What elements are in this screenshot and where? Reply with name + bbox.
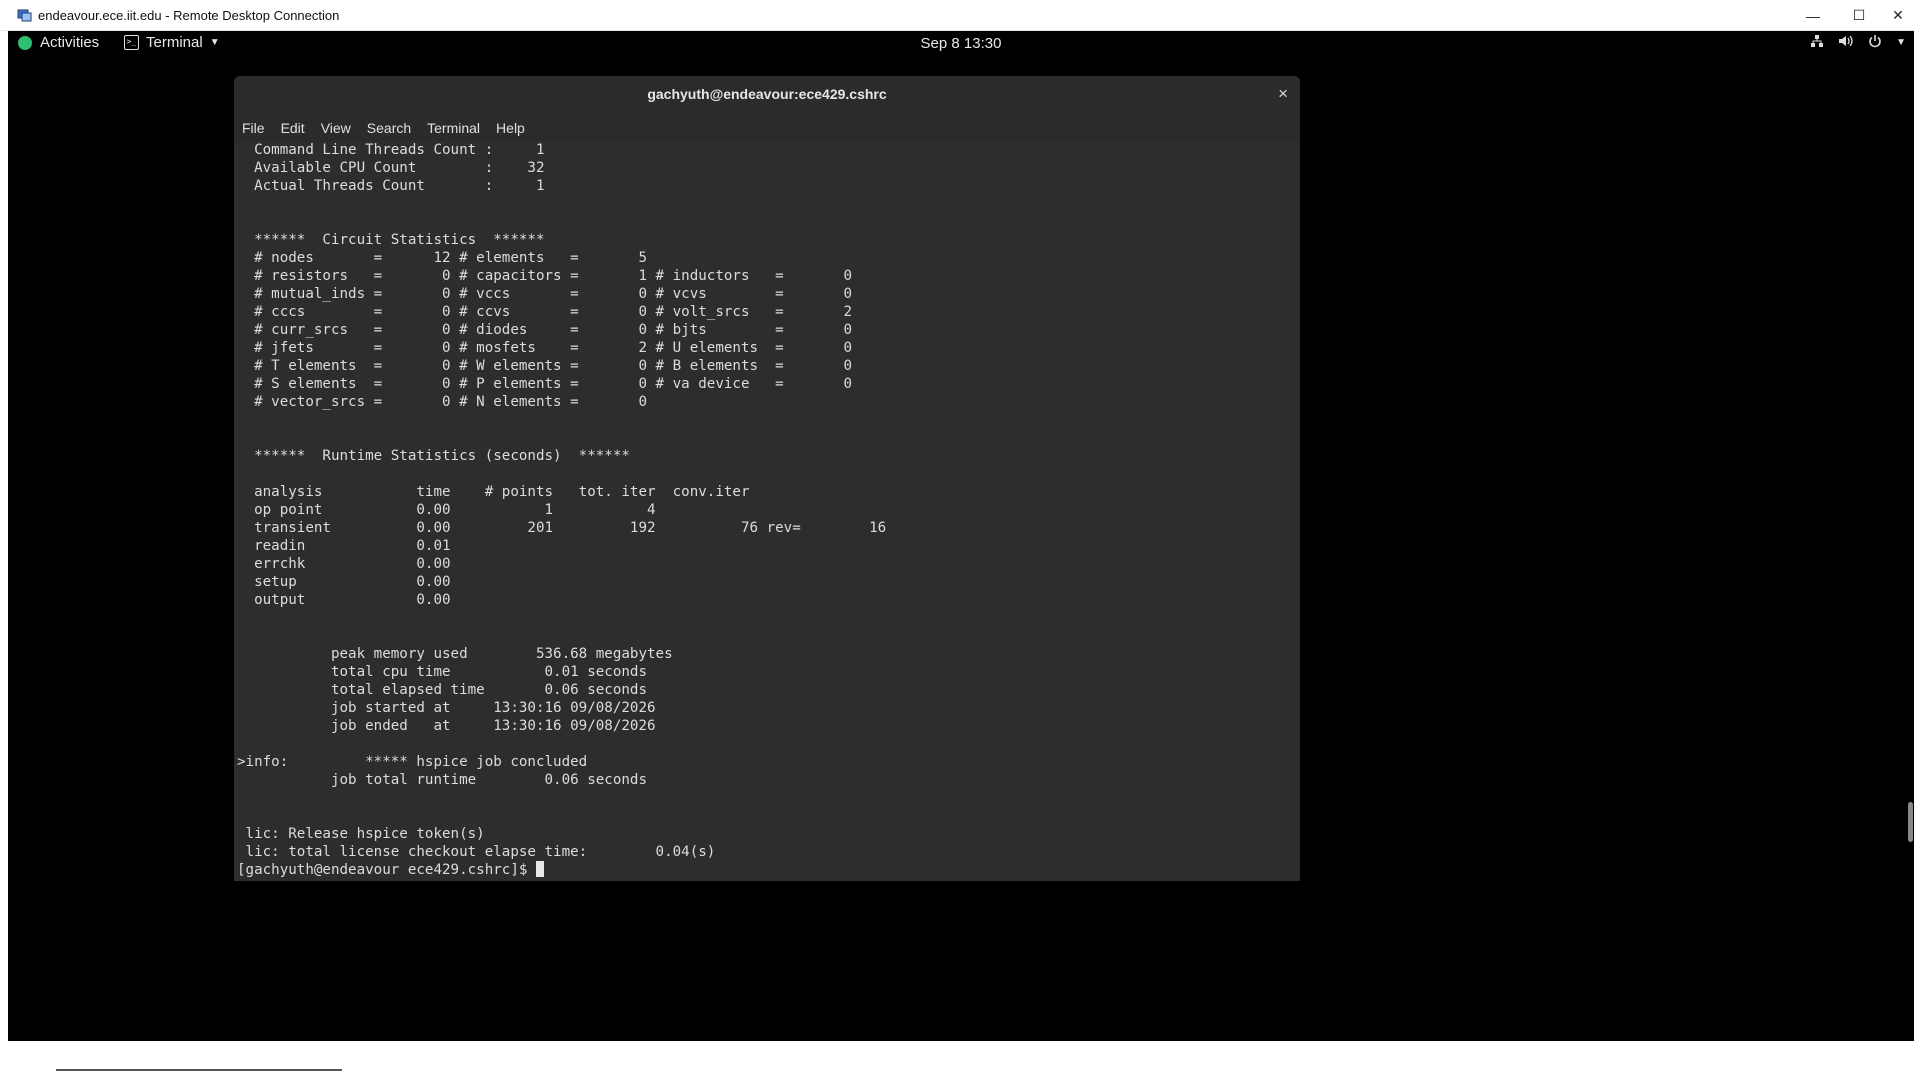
menu-search[interactable]: Search	[359, 120, 419, 136]
minimize-button[interactable]: —	[1790, 0, 1836, 31]
terminal-line: # vector_srcs = 0 # N elements = 0	[237, 394, 647, 410]
terminal-line: op point 0.00 1 4	[237, 502, 656, 518]
terminal-line: peak memory used 536.68 megabytes	[237, 646, 673, 662]
window-title: endeavour.ece.iit.edu - Remote Desktop C…	[38, 8, 340, 23]
terminal-line: lic: Release hspice token(s)	[237, 826, 485, 842]
terminal-line: job ended at 13:30:16 09/08/2026	[237, 718, 656, 734]
terminal-line: total elapsed time 0.06 seconds	[237, 682, 647, 698]
text-cursor	[535, 861, 544, 877]
terminal-line: lic: total license checkout elapse time:…	[237, 844, 716, 860]
chevron-down-icon: ▼	[1896, 37, 1906, 48]
menu-edit[interactable]: Edit	[273, 120, 313, 136]
network-icon	[1810, 34, 1824, 51]
terminal-line: setup 0.00	[237, 574, 451, 590]
clock[interactable]: Sep 8 13:30	[8, 35, 1914, 52]
terminal-line: # resistors = 0 # capacitors = 1 # induc…	[237, 268, 852, 284]
remote-desktop: Activities >_ Terminal ▼ Sep 8 13:30 ▼ g…	[8, 31, 1914, 1071]
close-button[interactable]: ✕	[1882, 0, 1914, 31]
system-tray[interactable]: ▼	[1810, 34, 1906, 51]
terminal-line: output 0.00	[237, 592, 451, 608]
terminal-title: gachyuth@endeavour:ece429.cshrc	[647, 86, 887, 102]
terminal-scrollbar[interactable]	[1292, 141, 1300, 881]
terminal-line: Command Line Threads Count : 1	[237, 142, 545, 158]
menu-terminal[interactable]: Terminal	[419, 120, 488, 136]
terminal-line: ****** Circuit Statistics ******	[237, 232, 545, 248]
terminal-line: job total runtime 0.06 seconds	[237, 772, 647, 788]
gnome-top-bar: Activities >_ Terminal ▼ Sep 8 13:30 ▼	[8, 31, 1914, 57]
terminal-line: # T elements = 0 # W elements = 0 # B el…	[237, 358, 852, 374]
terminal-window[interactable]: gachyuth@endeavour:ece429.cshrc × File E…	[234, 76, 1300, 881]
terminal-line: errchk 0.00	[237, 556, 451, 572]
maximize-button[interactable]: ☐	[1836, 0, 1882, 31]
terminal-output: Command Line Threads Count : 1 Available…	[234, 141, 1292, 879]
scrollbar-thumb[interactable]	[1908, 802, 1913, 842]
shell-prompt[interactable]: [gachyuth@endeavour ece429.cshrc]$	[237, 861, 1292, 879]
power-icon	[1868, 34, 1882, 51]
terminal-line: job started at 13:30:16 09/08/2026	[237, 700, 656, 716]
window-left-edge	[0, 31, 8, 1041]
terminal-line: transient 0.00 201 192 76 rev= 16	[237, 520, 887, 536]
terminal-line: >info: ***** hspice job concluded	[237, 754, 588, 770]
terminal-line: Actual Threads Count : 1	[237, 178, 545, 194]
volume-icon	[1838, 34, 1854, 51]
terminal-line: ****** Runtime Statistics (seconds) ****…	[237, 448, 630, 464]
terminal-line: # nodes = 12 # elements = 5	[237, 250, 647, 266]
terminal-line: Available CPU Count : 32	[237, 160, 545, 176]
close-icon[interactable]: ×	[1278, 84, 1288, 104]
terminal-line: # cccs = 0 # ccvs = 0 # volt_srcs = 2	[237, 304, 852, 320]
terminal-menu-bar: File Edit View Search Terminal Help	[234, 114, 1300, 141]
terminal-line: total cpu time 0.01 seconds	[237, 664, 647, 680]
terminal-line: readin 0.01	[237, 538, 451, 554]
terminal-line: # S elements = 0 # P elements = 0 # va d…	[237, 376, 852, 392]
terminal-screen[interactable]: Command Line Threads Count : 1 Available…	[234, 141, 1292, 881]
prompt-text: [gachyuth@endeavour ece429.cshrc]$	[237, 862, 536, 878]
terminal-line: # curr_srcs = 0 # diodes = 0 # bjts = 0	[237, 322, 852, 338]
remote-desktop-icon	[17, 9, 32, 22]
menu-file[interactable]: File	[234, 120, 273, 136]
terminal-header[interactable]: gachyuth@endeavour:ece429.cshrc ×	[234, 76, 1300, 115]
menu-help[interactable]: Help	[488, 120, 533, 136]
menu-view[interactable]: View	[313, 120, 359, 136]
rdp-title-bar[interactable]: endeavour.ece.iit.edu - Remote Desktop C…	[0, 0, 1914, 31]
terminal-line: # jfets = 0 # mosfets = 2 # U elements =…	[237, 340, 852, 356]
terminal-line: analysis time # points tot. iter conv.it…	[237, 484, 750, 500]
terminal-line: # mutual_inds = 0 # vccs = 0 # vcvs = 0	[237, 286, 852, 302]
